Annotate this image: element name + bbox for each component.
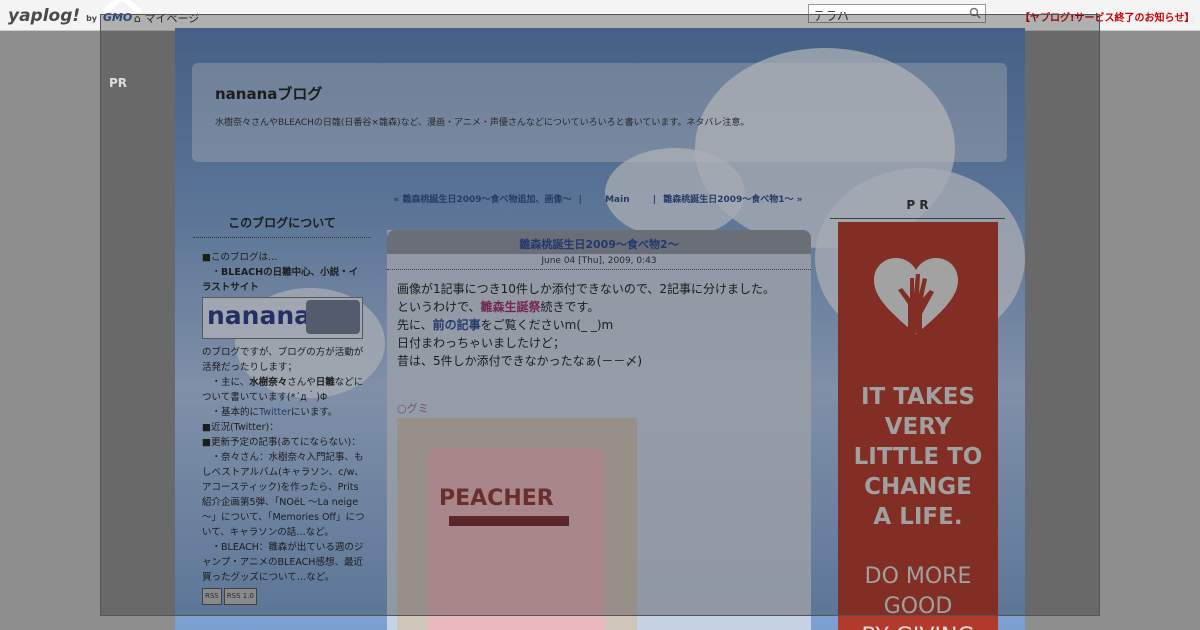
blog-title[interactable]: nananaブログ (215, 83, 322, 104)
event-link[interactable]: 雛森生誕祭 (481, 300, 541, 314)
about-p4: ・主に、水樹奈々さんや日雛などについて書いています(*´д｀)Φ (202, 377, 364, 403)
about-p6: ■近況(Twitter)： (202, 422, 279, 433)
package-label-strip (449, 516, 569, 526)
about-p7: ■更新予定の記事(あてにならない)： (202, 437, 361, 448)
blog-page: nananaブログ 水樹奈々さんやBLEACHの日雛(日番谷×雛森)など、漫画・… (175, 28, 1025, 630)
logo-gmo: GMO (102, 11, 133, 24)
gumi-label: ○グミ (397, 402, 429, 415)
candy-package (427, 448, 605, 630)
rss10-badge[interactable]: RSS 1.0 (223, 588, 257, 605)
about-p9: ・BLEACH：雛森が出ている週のジャンプ・アニメのBLEACH感想、最近買った… (202, 542, 364, 583)
entry-line: というわけで、雛森生誕祭続きです。 (397, 300, 600, 314)
site-banner[interactable]: nanana (202, 297, 363, 339)
previous-article-link[interactable]: 前の記事 (433, 318, 481, 332)
mypage-link[interactable]: ⌂ マイページ (134, 10, 199, 26)
overlay-pr-label: PR (109, 76, 128, 90)
logo-by: by (86, 14, 98, 23)
about-p3: のブログですが、ブログの方が活動が活発だったりします； (202, 347, 364, 373)
main-link[interactable]: Main (605, 195, 630, 205)
blog-description: 水樹奈々さんやBLEACHの日雛(日番谷×雛森)など、漫画・アニメ・声優さんなど… (215, 118, 750, 128)
rss-badge[interactable]: RSS (202, 588, 222, 605)
entry-line: 先に、前の記事をご覧くださいm(_ _)m (397, 318, 614, 332)
search-icon[interactable] (969, 7, 981, 19)
about-p2: ・BLEACHの日雛中心、小説・イラストサイト (202, 267, 359, 293)
pager-sep: | (578, 195, 582, 205)
entry-line: 日付まわっちゃいましたけど； (397, 336, 566, 350)
home-icon: ⌂ (134, 12, 141, 25)
search-input[interactable]: テラハ (808, 4, 986, 23)
service-end-notice-link[interactable]: 【ヤプログ!サービス終了のお知らせ】 (1020, 9, 1194, 24)
prev-entry-link[interactable]: « 雛森桃誕生日2009～食べ物追加、画像～ (394, 195, 572, 205)
entry-line: 画像が1記事につき10件しか添付できないので、2記事に分けました。 (397, 282, 776, 296)
site-link[interactable]: BLEACHの日雛中心、小説・イラストサイト (202, 267, 358, 293)
entry-date: June 04 [Thu], 2009, 0:43 (387, 254, 811, 270)
twitter-link[interactable]: Twitter (259, 407, 291, 418)
entry-body: 画像が1記事につき10件しか添付できないので、2記事に分けました。 というわけで… (387, 270, 811, 370)
left-sidebar: このブログについて ■このブログは… ・BLEACHの日雛中心、小説・イラストサ… (193, 211, 371, 605)
logo-text: yaplog! (8, 6, 81, 26)
entry-pager: « 雛森桃誕生日2009～食べ物追加、画像～ | Main | 雛森桃誕生日20… (387, 188, 811, 206)
right-sidebar: P R IT TAKES VERY LITTLE TO CHANGE A LIF… (830, 198, 1005, 630)
blog-header: nananaブログ 水樹奈々さんやBLEACHの日雛(日番谷×雛森)など、漫画・… (192, 63, 1007, 162)
charity-ad-banner[interactable]: IT TAKES VERY LITTLE TO CHANGE A LIFE. D… (838, 222, 998, 630)
about-p5: ・基本的にTwitterにいます。 (211, 407, 338, 418)
blog-entry: 雛森桃誕生日2009～食べ物2～ June 04 [Thu], 2009, 0:… (387, 230, 811, 630)
about-p8: ・奈々さん：水樹奈々入門記事、もしベストアルバム(キャラソン、c/w、アコーステ… (202, 452, 365, 538)
sidebar-heading: このブログについて (193, 211, 371, 238)
ad-headline: IT TAKES VERY LITTLE TO CHANGE A LIFE. (853, 384, 983, 530)
entry-header: 雛森桃誕生日2009～食べ物2～ (387, 230, 811, 254)
top-bar: yaplog! by GMO ⌂ マイページ テラハ 【ヤプログ!サービス終了の… (0, 0, 1200, 31)
heart-hand-icon (874, 258, 958, 334)
about-p1: ■このブログは… (202, 252, 278, 263)
rss-badges: RSS RSS 1.0 (202, 588, 365, 605)
about-blog: ■このブログは… ・BLEACHの日雛中心、小説・イラストサイト nanana … (193, 238, 371, 605)
ad-subline: DO MORE GOOD BY GIVING (862, 564, 975, 630)
close-icon[interactable] (100, 0, 144, 12)
gumi-photo[interactable]: PEACHER (397, 418, 637, 630)
next-entry-link[interactable]: 雛森桃誕生日2009～食べ物1～ » (663, 195, 802, 205)
pager-sep: | (652, 195, 657, 205)
entry-line: 昔は、5件しか添付できなかったなぁ(－－〆) (397, 354, 642, 368)
entry-title[interactable]: 雛森桃誕生日2009～食べ物2～ (519, 230, 678, 252)
mypage-label: マイページ (144, 12, 200, 25)
main-column: « 雛森桃誕生日2009～食べ物追加、画像～ | Main | 雛森桃誕生日20… (387, 188, 811, 630)
banner-text: nanana (207, 301, 312, 330)
banner-character-image (306, 300, 360, 334)
pr-heading: P R (830, 198, 1005, 219)
package-brand-text: PEACHER (439, 486, 554, 511)
search-value: テラハ (813, 9, 849, 23)
